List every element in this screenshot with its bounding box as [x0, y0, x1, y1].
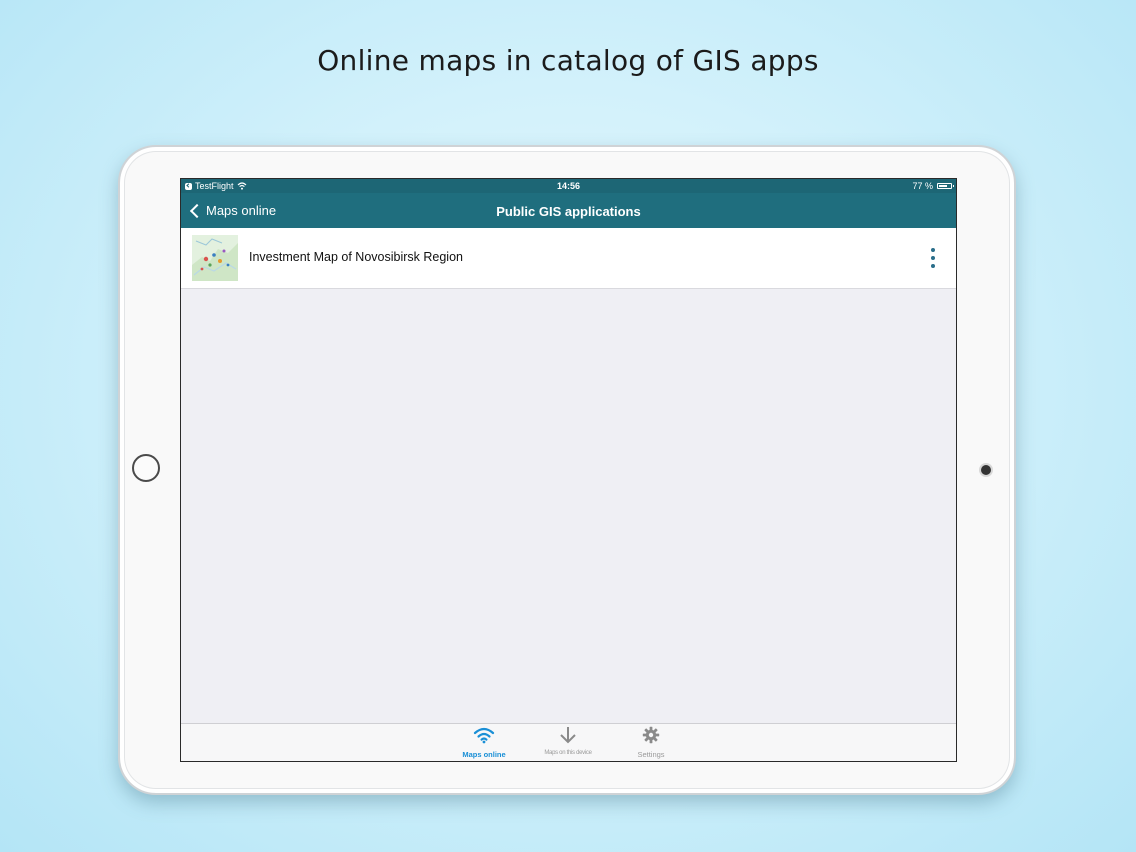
- app-screen: TestFlight 14:56 77 % Maps online Public…: [180, 178, 957, 762]
- status-time: 14:56: [556, 181, 581, 191]
- page-title: Public GIS applications: [496, 204, 641, 219]
- tab-bar: Maps online Maps on this device Settings: [181, 723, 956, 761]
- more-options-icon[interactable]: [926, 248, 940, 268]
- wifi-icon: [473, 727, 495, 744]
- ipad-frame: TestFlight 14:56 77 % Maps online Public…: [118, 145, 1016, 795]
- map-thumbnail: [192, 235, 238, 281]
- list-item[interactable]: Investment Map of Novosibirsk Region: [181, 228, 956, 289]
- list-item-title: Investment Map of Novosibirsk Region: [249, 250, 463, 264]
- gear-icon: [642, 726, 660, 744]
- tab-settings[interactable]: Settings: [611, 726, 691, 759]
- status-right: 77 %: [912, 179, 954, 193]
- download-arrow-icon: [560, 727, 576, 744]
- app-list: Investment Map of Novosibirsk Region: [181, 228, 956, 289]
- status-bar: TestFlight 14:56 77 %: [181, 179, 956, 193]
- tab-maps-on-device[interactable]: Maps on this device: [528, 726, 608, 756]
- tab-label: Settings: [637, 750, 665, 759]
- battery-percent: 77 %: [912, 181, 933, 191]
- promo-headline: Online maps in catalog of GIS apps: [317, 44, 819, 77]
- navigation-bar: TestFlight 14:56 77 % Maps online Public…: [181, 179, 956, 228]
- home-button[interactable]: [132, 454, 160, 482]
- map-thumbnail-image: [192, 235, 238, 281]
- front-camera: [981, 465, 991, 475]
- tab-label: Maps online: [462, 750, 506, 759]
- battery-icon: [937, 183, 954, 189]
- tab-label: Maps on this device: [544, 750, 592, 756]
- tab-maps-online[interactable]: Maps online: [444, 726, 524, 759]
